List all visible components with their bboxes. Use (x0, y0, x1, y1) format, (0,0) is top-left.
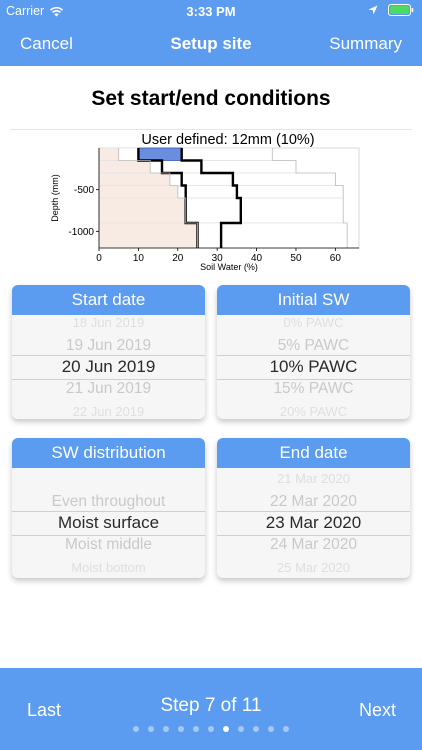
page-dot (193, 726, 199, 732)
picker-option[interactable]: 24 Mar 2020 (217, 534, 410, 556)
picker-option[interactable]: 22 Mar 2020 (217, 491, 410, 513)
picker-option[interactable]: 10% PAWC (217, 356, 410, 378)
summary-button[interactable]: Summary (329, 34, 402, 54)
bottom-bar: Last Step 7 of 11 Next (0, 668, 422, 750)
y-axis-label: Depth (mm) (50, 174, 60, 222)
page-dot (148, 726, 154, 732)
sw-distribution-wheel[interactable]: Even throughout Moist surface Moist middle… (12, 468, 205, 578)
layer-band-upper (177, 185, 344, 199)
next-button[interactable]: Next (359, 700, 396, 721)
x-tick-label: 10 (133, 253, 145, 264)
page-dot (223, 726, 229, 732)
location-arrow-icon (368, 5, 378, 15)
picker-option[interactable]: 15% PAWC (217, 378, 410, 400)
initial-sw-header: Initial SW (217, 285, 410, 315)
status-bar: Carrier 3:33 PM (0, 0, 422, 22)
picker-option[interactable]: 25 Mar 2020 (217, 557, 410, 578)
layer-band-lower (98, 197, 186, 224)
end-date-wheel[interactable]: 21 Mar 2020 22 Mar 2020 23 Mar 2020 24 Mar … (217, 468, 410, 578)
start-date-wheel[interactable]: 18 Jun 2019 19 Jun 2019 20 Jun 2019 21 Jun … (12, 315, 205, 419)
layer-band-upper (169, 172, 336, 186)
picker-option[interactable]: 23 Mar 2020 (217, 512, 410, 534)
picker-option[interactable]: 21 Mar 2020 (217, 468, 410, 490)
x-axis-label: Soil Water (%) (200, 262, 258, 272)
status-time: 3:33 PM (186, 4, 236, 19)
chart-title: User defined: 12mm (10%) (141, 132, 314, 148)
layer-band-lower (98, 185, 179, 199)
x-tick-label: 60 (330, 253, 342, 264)
page-dot (178, 726, 184, 732)
picker-option[interactable]: 0% PAWC (217, 315, 410, 334)
x-tick-label: 0 (96, 253, 102, 264)
y-tick-label: -500 (74, 185, 94, 196)
page-title: Set start/end conditions (91, 87, 331, 110)
page-dot (163, 726, 169, 732)
page-dot (238, 726, 244, 732)
picker-option[interactable]: 19 Jun 2019 (12, 335, 205, 357)
sw-distribution-header: SW distribution (12, 438, 205, 468)
picker-option[interactable]: Moist bottom (12, 557, 205, 578)
end-date-picker: End date 21 Mar 2020 22 Mar 2020 23 Mar 20… (217, 438, 410, 578)
page-dot (208, 726, 214, 732)
nav-bar: Cancel Setup site Summary (0, 22, 422, 66)
layer-band-lower (98, 160, 151, 174)
initial-sw-wheel[interactable]: 0% PAWC 5% PAWC 10% PAWC 15% PAWC 20% PAWC (217, 315, 410, 419)
initial-sw-picker: Initial SW 0% PAWC 5% PAWC 10% PAWC 15% PAW… (217, 285, 410, 419)
battery-icon (388, 4, 414, 16)
picker-option[interactable]: 5% PAWC (217, 335, 410, 357)
page-dot (268, 726, 274, 732)
picker-option[interactable]: Even throughout (12, 491, 205, 513)
sw-distribution-picker: SW distribution Even throughout Moist sur… (12, 438, 205, 578)
picker-option[interactable]: 22 Jun 2019 (12, 401, 205, 419)
layer-band-lower (98, 172, 171, 186)
y-tick-label: -1000 (68, 227, 94, 238)
layer-band-lower (98, 222, 198, 249)
page-dot (253, 726, 259, 732)
picker-option[interactable]: 20% PAWC (217, 401, 410, 419)
x-tick-label: 20 (172, 253, 184, 264)
page-dot (133, 726, 139, 732)
picker-option[interactable]: 20 Jun 2019 (12, 356, 205, 378)
picker-option[interactable]: 21 Jun 2019 (12, 378, 205, 400)
layer-band-upper (149, 160, 297, 174)
layer-band-upper (185, 197, 344, 224)
start-date-header: Start date (12, 285, 205, 315)
initial-water-fill (137, 147, 183, 161)
picker-option[interactable]: Moist surface (12, 512, 205, 534)
x-tick-label: 50 (290, 253, 302, 264)
status-right (368, 4, 414, 16)
page-dots (0, 726, 422, 732)
layer-band-lower (98, 147, 119, 161)
picker-option[interactable]: 18 Jun 2019 (12, 315, 205, 334)
end-date-header: End date (217, 438, 410, 468)
start-date-picker: Start date 18 Jun 2019 19 Jun 2019 20 Jun … (12, 285, 205, 419)
page-dot (283, 726, 289, 732)
soil-water-chart: User defined: 12mm (10%) 0 10 20 30 40 50 60-5… (50, 132, 360, 272)
picker-option[interactable]: Moist middle (12, 534, 205, 556)
